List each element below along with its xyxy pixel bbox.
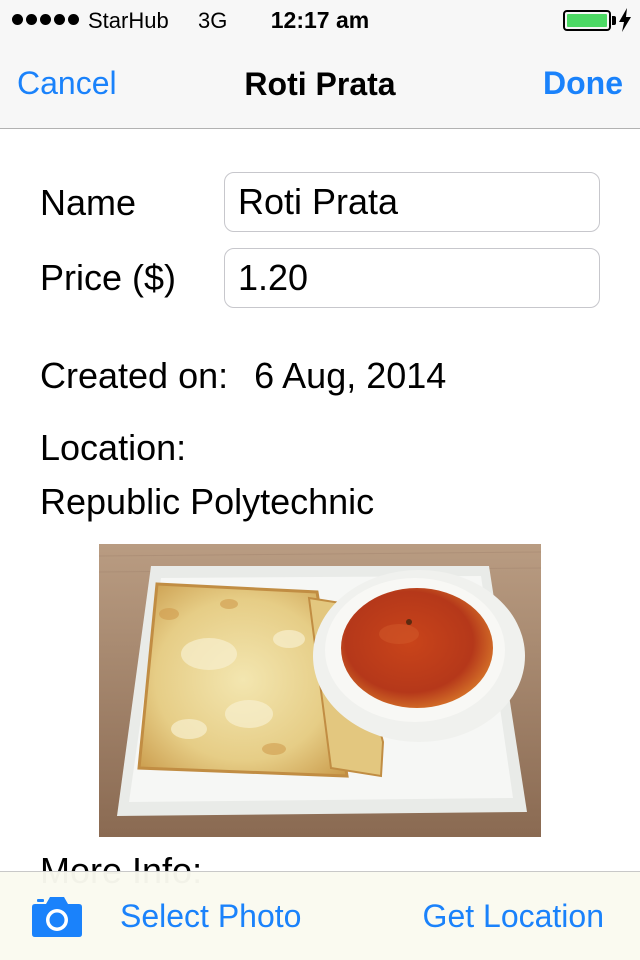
status-bar: StarHub 3G 12:17 am xyxy=(0,0,640,40)
bolt-icon xyxy=(619,8,631,32)
price-label: Price ($) xyxy=(40,257,177,298)
created-on-value: 6 Aug, 2014 xyxy=(254,355,447,396)
location-value: Republic Polytechnic xyxy=(40,481,375,522)
name-label: Name xyxy=(40,182,137,223)
done-button[interactable]: Done xyxy=(543,65,623,102)
price-field[interactable] xyxy=(224,248,600,308)
battery-nub xyxy=(612,16,616,25)
created-on-row: Created on: 6 Aug, 2014 xyxy=(40,355,446,397)
status-time: 12:17 am xyxy=(270,7,370,33)
created-on-label: Created on: xyxy=(40,355,229,396)
battery-icon xyxy=(563,10,611,31)
bottom-toolbar: Select Photo Get Location xyxy=(0,871,640,960)
food-photo xyxy=(99,544,541,837)
location-label: Location: xyxy=(40,427,187,468)
get-location-button[interactable]: Get Location xyxy=(423,898,604,935)
camera-icon[interactable] xyxy=(32,895,82,937)
name-field[interactable] xyxy=(224,172,600,232)
battery-level-fill xyxy=(567,14,607,27)
navigation-bar: Cancel Roti Prata Done xyxy=(0,40,640,129)
select-photo-button[interactable]: Select Photo xyxy=(120,898,301,935)
